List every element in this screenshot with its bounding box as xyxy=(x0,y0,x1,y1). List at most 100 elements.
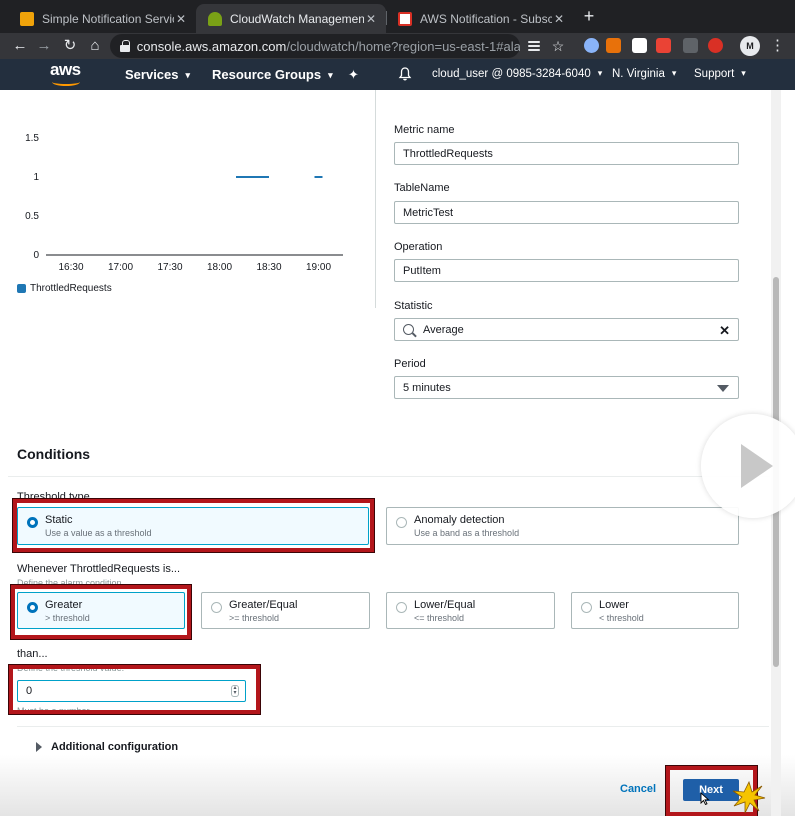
tile-title: Lower xyxy=(599,599,629,611)
period-label: Period xyxy=(394,358,426,370)
metric-name-value: ThrottledRequests xyxy=(403,147,493,160)
than-label: than... xyxy=(17,648,48,660)
statistic-label: Statistic xyxy=(394,300,433,312)
metric-chart-svg: 0 0.5 1 1.5 16:30 17:00 17:30 18:00 18:30 19:00 xyxy=(25,133,343,273)
gmail-icon xyxy=(398,11,412,26)
radio-icon xyxy=(211,602,222,613)
reader-icon[interactable] xyxy=(528,41,540,43)
highlight-box-threshold-type xyxy=(13,499,374,552)
aws-console-nav: aws Services ▾ Resource Groups ▾ ✦ cloud_u… xyxy=(0,59,795,90)
region-menu[interactable]: N. Virginia ▾ xyxy=(612,68,676,80)
tile-subtitle: < threshold xyxy=(599,613,644,623)
address-bar[interactable]: console.aws.amazon.com /cloudwatch/home?… xyxy=(110,34,520,58)
extension-drive-icon[interactable] xyxy=(584,38,599,53)
x-tick-label: 19:00 xyxy=(306,262,331,273)
video-play-button[interactable] xyxy=(701,414,795,518)
cloudwatch-icon xyxy=(208,11,222,26)
tab-cloudwatch[interactable]: CloudWatch Management Con ✕ xyxy=(196,4,386,33)
metric-name-label: Metric name xyxy=(394,124,455,136)
threshold-type-anomaly-detection[interactable]: Anomaly detection Use a band as a thresh… xyxy=(386,507,739,545)
y-tick-label: 1 xyxy=(33,172,39,183)
aws-logo[interactable]: aws xyxy=(50,61,84,88)
tab-title: AWS Notification - Subscriptio xyxy=(420,11,552,26)
url-path: /cloudwatch/home?region=us-east-1#alarms… xyxy=(286,38,520,54)
x-tick-label: 16:30 xyxy=(58,262,83,273)
extension-cube-icon[interactable] xyxy=(606,38,621,53)
tab-title: Simple Notification Service xyxy=(42,11,174,26)
extension-doc-icon[interactable] xyxy=(683,38,698,53)
divider xyxy=(8,476,770,477)
chevron-down-icon: ▾ xyxy=(185,70,191,80)
y-tick-label: 1.5 xyxy=(25,133,39,144)
period-select[interactable]: 5 minutes xyxy=(394,376,739,399)
support-menu[interactable]: Support ▾ xyxy=(694,68,746,80)
pin-icon[interactable]: ✦ xyxy=(348,67,359,83)
region-label: N. Virginia xyxy=(612,68,665,80)
chevron-down-icon: ▾ xyxy=(671,68,677,78)
aws-smile-icon xyxy=(52,78,80,86)
additional-configuration-toggle[interactable]: Additional configuration xyxy=(36,741,178,753)
close-icon[interactable]: ✕ xyxy=(364,12,378,26)
chevron-down-icon: ▾ xyxy=(741,68,746,78)
conditions-heading: Conditions xyxy=(17,446,91,462)
tile-title: Lower/Equal xyxy=(414,599,476,611)
extension-calendar-icon[interactable] xyxy=(656,38,671,53)
operation-field[interactable]: PutItem xyxy=(394,259,739,282)
column-divider xyxy=(375,90,376,308)
tile-title: Greater/Equal xyxy=(229,599,298,611)
statistic-value: Average xyxy=(423,323,464,336)
tile-title: Anomaly detection xyxy=(414,514,505,526)
extension-shield-icon[interactable] xyxy=(708,38,723,53)
x-tick-label: 17:30 xyxy=(157,262,182,273)
tile-subtitle: >= threshold xyxy=(229,613,280,623)
legend-swatch xyxy=(17,284,26,293)
page-content: 0 0.5 1 1.5 16:30 17:00 17:30 18:00 18:30 19:00 T… xyxy=(0,90,795,816)
tab-simple-notification-service[interactable]: Simple Notification Service ✕ xyxy=(8,4,196,33)
table-name-field[interactable]: MetricTest xyxy=(394,201,739,224)
x-tick-label: 18:00 xyxy=(207,262,232,273)
home-icon[interactable]: ⌂ xyxy=(85,36,105,56)
click-burst-icon xyxy=(732,780,766,814)
new-tab-button[interactable]: + xyxy=(579,6,599,26)
tab-aws-notification[interactable]: AWS Notification - Subscriptio ✕ xyxy=(386,4,574,33)
play-icon xyxy=(741,444,773,488)
resource-groups-menu[interactable]: Resource Groups ▾ xyxy=(212,67,333,82)
back-icon[interactable]: ← xyxy=(10,36,30,56)
operation-value: PutItem xyxy=(403,264,441,277)
x-tick-label: 17:00 xyxy=(108,262,133,273)
cancel-button[interactable]: Cancel xyxy=(620,783,656,795)
browser-tab-strip: Simple Notification Service ✕ CloudWatch… xyxy=(0,0,795,33)
bell-icon[interactable] xyxy=(398,67,412,81)
extension-square-icon[interactable] xyxy=(632,38,647,53)
services-label: Services xyxy=(125,67,179,82)
table-name-label: TableName xyxy=(394,182,450,194)
search-icon xyxy=(403,324,414,335)
operation-label: Operation xyxy=(394,241,443,253)
chevron-down-icon: ▾ xyxy=(597,68,603,78)
whenever-label: Whenever ThrottledRequests is... xyxy=(17,563,181,575)
metric-name-field[interactable]: ThrottledRequests xyxy=(394,142,739,165)
close-icon[interactable]: ✕ xyxy=(174,12,188,26)
sns-icon xyxy=(20,11,34,26)
statistic-search-field[interactable]: Average ✕ xyxy=(394,318,739,341)
url-host: console.aws.amazon.com xyxy=(136,38,287,54)
tile-subtitle: <= threshold xyxy=(414,613,465,623)
services-menu[interactable]: Services ▾ xyxy=(125,67,190,82)
close-icon[interactable]: ✕ xyxy=(552,12,566,26)
lock-icon xyxy=(120,40,130,52)
profile-avatar[interactable]: M xyxy=(740,36,760,56)
operator-lower-equal[interactable]: Lower/Equal <= threshold xyxy=(386,592,555,629)
reload-icon[interactable]: ↻ xyxy=(60,36,80,56)
resource-groups-label: Resource Groups xyxy=(212,67,322,82)
account-label: cloud_user @ 0985-3284-6040 xyxy=(432,68,591,80)
forward-icon[interactable]: → xyxy=(34,36,54,56)
additional-configuration-label: Additional configuration xyxy=(51,741,179,753)
clear-icon[interactable]: ✕ xyxy=(719,323,730,339)
metric-chart: 0 0.5 1 1.5 16:30 17:00 17:30 18:00 18:30 19:00 xyxy=(0,120,360,310)
account-menu[interactable]: cloud_user @ 0985-3284-6040 ▾ xyxy=(432,68,602,80)
browser-menu-icon[interactable]: ⋮ xyxy=(770,36,785,56)
bookmark-star-icon[interactable]: ☆ xyxy=(548,36,568,56)
chart-legend[interactable]: ThrottledRequests xyxy=(17,283,112,294)
operator-greater-equal[interactable]: Greater/Equal >= threshold xyxy=(201,592,370,629)
operator-lower[interactable]: Lower < threshold xyxy=(571,592,739,629)
